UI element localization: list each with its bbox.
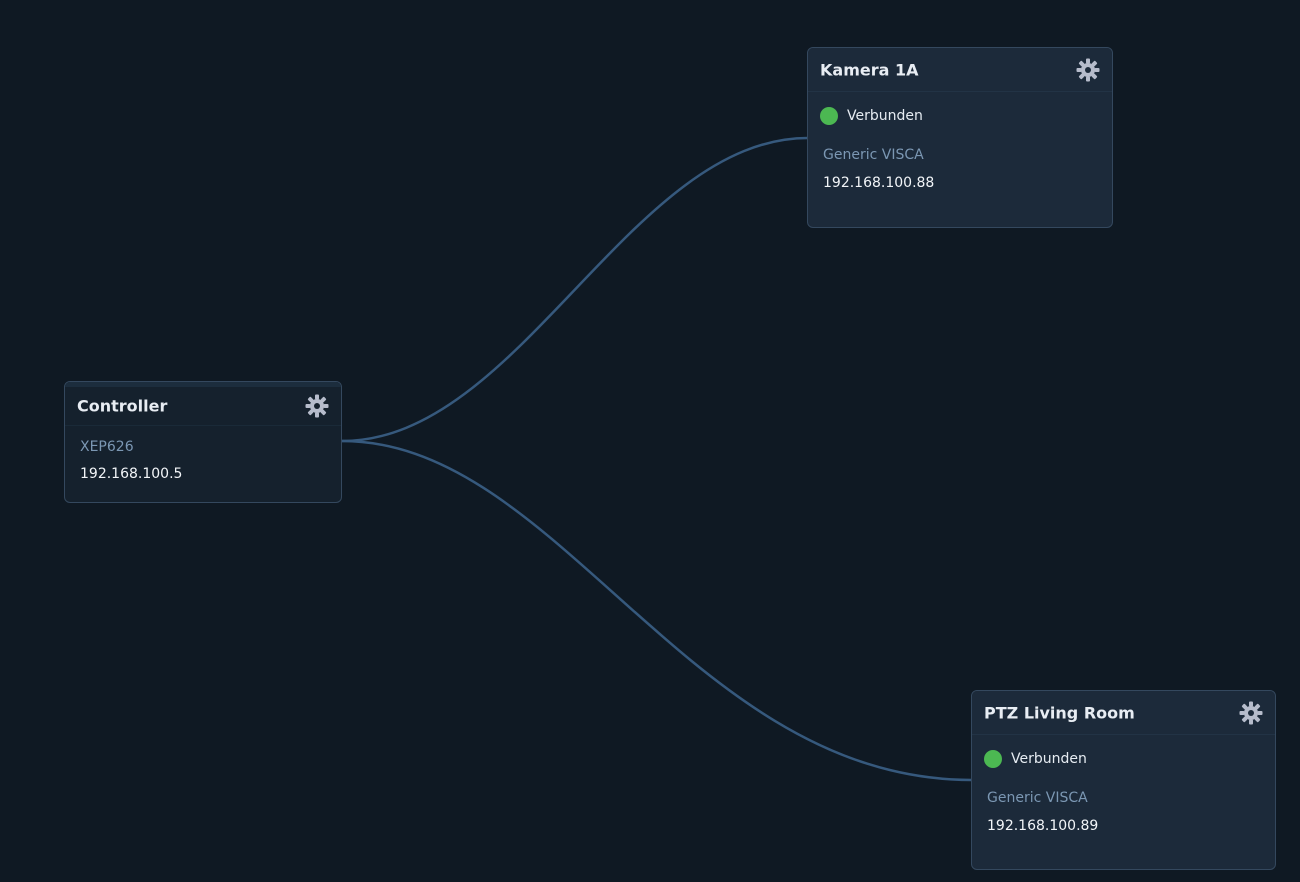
edge-controller-to-ptz-living-room	[341, 439, 973, 782]
camera-node-kamera-1a[interactable]: Kamera 1A Verbunden Generic VISCA 192.16…	[807, 47, 1113, 228]
node-graph-canvas[interactable]: Controller XEP626 192.168.100.5 Kamera 1…	[0, 0, 1300, 882]
status-label: Verbunden	[847, 108, 923, 124]
camera-ip: 192.168.100.89	[987, 818, 1099, 834]
status-connected-indicator	[820, 107, 838, 125]
camera-node-ptz-living-room[interactable]: PTZ Living Room Verbunden Generic VISCA …	[971, 690, 1276, 870]
camera-model: Generic VISCA	[823, 147, 924, 163]
camera-node-title: PTZ Living Room	[984, 703, 1135, 722]
camera-node-header[interactable]: Kamera 1A	[808, 48, 1112, 92]
camera-ip: 192.168.100.88	[823, 175, 935, 191]
controller-node[interactable]: Controller XEP626 192.168.100.5	[64, 381, 342, 503]
camera-node-title: Kamera 1A	[820, 60, 919, 79]
controller-node-header[interactable]: Controller	[65, 382, 341, 426]
edge-controller-to-kamera-1a	[341, 136, 809, 443]
camera-model: Generic VISCA	[987, 790, 1088, 806]
status-connected-indicator	[984, 750, 1002, 768]
controller-node-title: Controller	[77, 396, 168, 416]
status-label: Verbunden	[1011, 751, 1087, 767]
gear-icon[interactable]	[1239, 701, 1263, 725]
controller-ip: 192.168.100.5	[80, 466, 183, 482]
camera-node-header[interactable]: PTZ Living Room	[972, 691, 1275, 735]
connection-status: Verbunden	[984, 750, 1087, 768]
controller-model: XEP626	[80, 439, 134, 455]
gear-icon[interactable]	[305, 394, 329, 418]
connection-status: Verbunden	[820, 107, 923, 125]
gear-icon[interactable]	[1076, 58, 1100, 82]
